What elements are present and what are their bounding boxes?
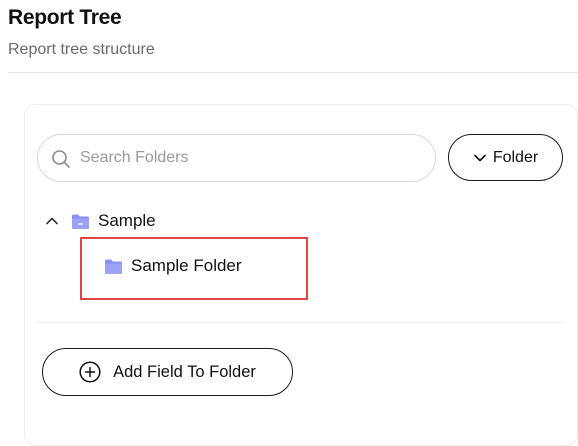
add-field-to-folder-button[interactable]: Add Field To Folder [42,348,293,396]
plus-circle-icon [79,361,101,383]
card-divider [37,322,564,323]
chevron-down-icon [474,154,486,161]
chevron-up-icon[interactable] [45,214,59,228]
page-title: Report Tree [8,6,122,29]
tree-node-label: Sample [98,211,156,230]
folder-dropdown-button[interactable]: Folder [448,134,563,181]
tree-node-sample[interactable]: Sample [45,211,156,231]
folder-button-label: Folder [492,148,539,166]
add-field-label: Add Field To Folder [113,362,256,381]
header-divider [8,72,578,73]
page-subtitle: Report tree structure [8,41,155,58]
search-icon [52,150,70,168]
selection-highlight [80,237,308,300]
folder-icon [72,214,89,229]
search-input[interactable] [80,145,420,171]
search-box[interactable] [37,134,436,182]
